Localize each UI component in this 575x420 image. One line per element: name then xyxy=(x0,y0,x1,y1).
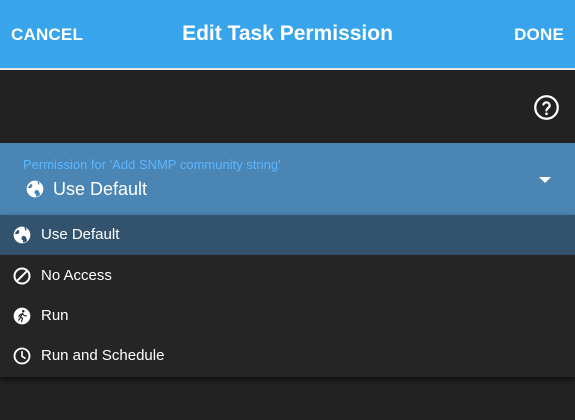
menu-item-run[interactable]: Run xyxy=(0,296,575,336)
clock-icon xyxy=(13,347,31,365)
menu-item-label: No Access xyxy=(41,267,112,284)
block-icon xyxy=(13,267,31,285)
globe-icon xyxy=(26,180,44,198)
page-title: Edit Task Permission xyxy=(182,22,393,45)
menu-item-label: Run xyxy=(41,307,69,324)
permission-field-label: Permission for 'Add SNMP community strin… xyxy=(23,157,281,172)
chevron-down-icon[interactable] xyxy=(539,177,551,183)
globe-icon xyxy=(13,226,31,244)
run-icon xyxy=(13,307,31,325)
menu-item-use-default[interactable]: Use Default xyxy=(0,215,575,255)
app-header: CANCEL Edit Task Permission DONE xyxy=(0,0,575,70)
done-button[interactable]: DONE xyxy=(514,25,564,45)
help-icon[interactable] xyxy=(533,94,560,121)
menu-item-label: Run and Schedule xyxy=(41,347,165,364)
menu-item-label: Use Default xyxy=(41,226,120,243)
permission-dropdown-menu: Use Default No Access Run Run and Schedu… xyxy=(0,215,575,377)
menu-item-no-access[interactable]: No Access xyxy=(0,256,575,296)
menu-item-run-and-schedule[interactable]: Run and Schedule xyxy=(0,336,575,376)
permission-select[interactable]: Permission for 'Add SNMP community strin… xyxy=(0,143,575,215)
permission-field-value: Use Default xyxy=(53,179,148,199)
